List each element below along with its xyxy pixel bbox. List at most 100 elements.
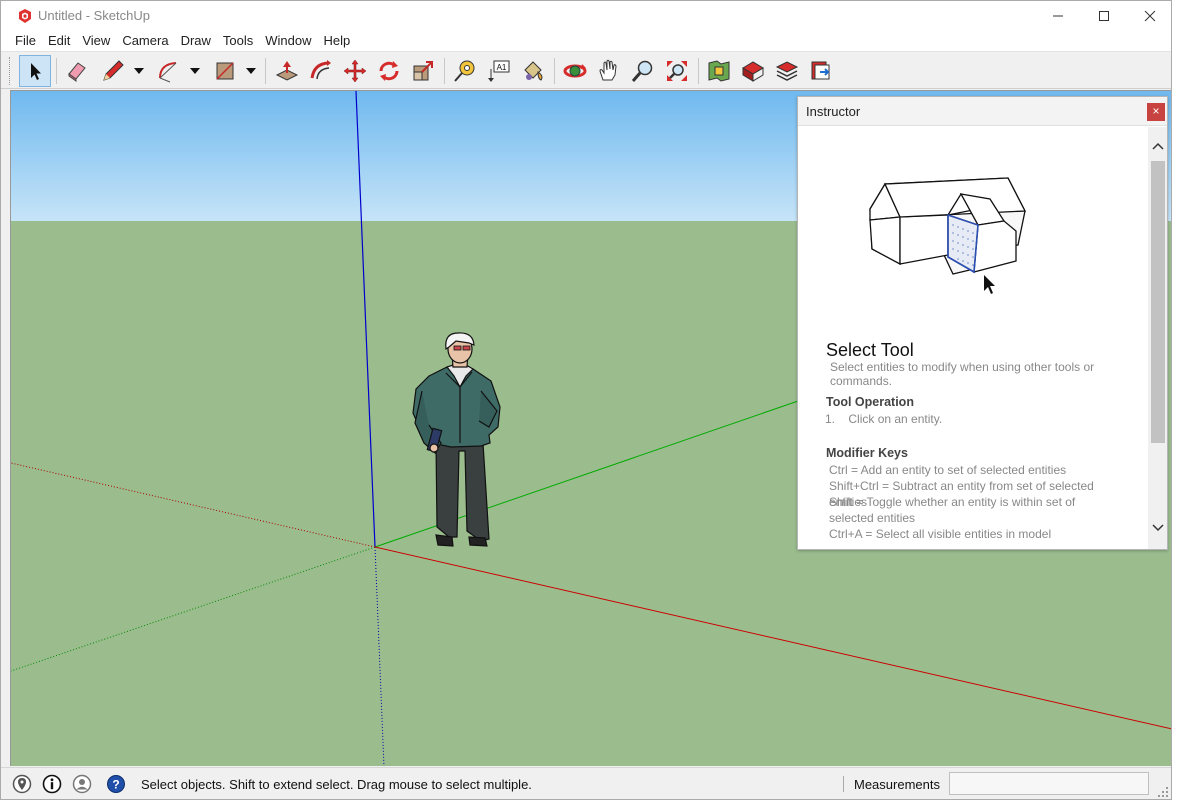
account-button[interactable] xyxy=(72,774,92,794)
menu-draw[interactable]: Draw xyxy=(175,31,217,51)
step-number: 1. xyxy=(825,412,836,426)
push-pull-icon xyxy=(275,61,299,81)
extension-warehouse-icon xyxy=(742,61,764,82)
instructor-content: Select Tool Select entities to modify wh… xyxy=(798,127,1148,549)
toolbar-separator xyxy=(265,58,266,84)
text-tool-button[interactable]: A1 xyxy=(483,55,515,87)
select-tool-button[interactable] xyxy=(19,55,51,87)
instructor-header: Instructor × xyxy=(798,97,1167,126)
paint-bucket-icon xyxy=(524,61,543,81)
toolbar-separator xyxy=(698,58,699,84)
rotate-tool-button[interactable] xyxy=(373,55,405,87)
blue-axis xyxy=(355,91,376,548)
close-icon xyxy=(1144,10,1156,22)
zoom-extents-tool-button[interactable] xyxy=(661,55,693,87)
instructor-panel: Instructor × Select Tool Select entities… xyxy=(797,96,1168,550)
arc-tool-button[interactable] xyxy=(153,55,185,87)
person-figure[interactable] xyxy=(412,332,501,547)
push-pull-tool-button[interactable] xyxy=(271,55,303,87)
blue-axis-negative xyxy=(374,546,385,766)
tool-description: Select entities to modify when using oth… xyxy=(830,360,1095,388)
credits-button[interactable] xyxy=(42,774,62,794)
maximize-icon xyxy=(1099,11,1109,21)
chevron-down-icon xyxy=(190,68,200,74)
scale-icon xyxy=(413,61,433,81)
status-bar: ? Select objects. Shift to extend select… xyxy=(1,767,1171,799)
help-question-icon: ? xyxy=(107,775,125,793)
scale-tool-button[interactable] xyxy=(407,55,439,87)
rectangle-icon xyxy=(216,62,234,80)
resize-grip-icon[interactable] xyxy=(1157,786,1169,798)
eraser-icon xyxy=(68,62,86,82)
maximize-button[interactable] xyxy=(1081,1,1127,31)
measurements-label: Measurements xyxy=(854,777,940,792)
arc-tool-dropdown[interactable] xyxy=(187,55,203,87)
chevron-up-icon xyxy=(1151,142,1164,150)
minimize-button[interactable] xyxy=(1035,1,1081,31)
menu-window[interactable]: Window xyxy=(259,31,317,51)
modifier-line: Ctrl+A = Select all visible entities in … xyxy=(829,527,1052,541)
paint-bucket-tool-button[interactable] xyxy=(517,55,549,87)
cursor-arrow-icon xyxy=(984,275,995,294)
menu-tools[interactable]: Tools xyxy=(217,31,259,51)
line-tool-button[interactable] xyxy=(97,55,129,87)
extension-warehouse-button[interactable] xyxy=(737,55,769,87)
menu-help[interactable]: Help xyxy=(318,31,357,51)
location-pin-icon xyxy=(12,774,32,794)
instructor-toggle-button[interactable]: ? xyxy=(106,774,126,794)
rectangle-tool-button[interactable] xyxy=(209,55,241,87)
instructor-close-button[interactable]: × xyxy=(1147,103,1165,121)
toolbar-separator xyxy=(554,58,555,84)
3d-warehouse-icon xyxy=(708,60,730,82)
sketchup-window: Untitled - SketchUp File Edit View Camer… xyxy=(0,0,1172,800)
offset-icon xyxy=(310,60,331,80)
sketchup-logo-icon xyxy=(19,9,31,23)
rectangle-tool-dropdown[interactable] xyxy=(243,55,259,87)
move-icon xyxy=(343,59,367,83)
orbit-tool-button[interactable] xyxy=(559,55,591,87)
menu-camera[interactable]: Camera xyxy=(116,31,174,51)
getting-started-toolbar: A1 xyxy=(1,51,1171,89)
menu-file[interactable]: File xyxy=(9,31,42,51)
step-text: Click on an entity. xyxy=(848,412,943,426)
move-tool-button[interactable] xyxy=(339,55,371,87)
select-tool-illustration xyxy=(869,177,1027,294)
status-message: Select objects. Shift to extend select. … xyxy=(141,777,532,792)
window-title: Untitled - SketchUp xyxy=(38,8,150,23)
extension-manager-button[interactable] xyxy=(771,55,803,87)
line-tool-dropdown[interactable] xyxy=(131,55,147,87)
3d-warehouse-button[interactable] xyxy=(703,55,735,87)
measurements-input[interactable] xyxy=(949,772,1149,795)
modifier-keys-heading: Modifier Keys xyxy=(826,446,908,460)
close-button[interactable] xyxy=(1127,1,1171,31)
menu-view[interactable]: View xyxy=(76,31,116,51)
tape-measure-icon xyxy=(454,60,475,82)
instructor-scrollbar[interactable] xyxy=(1148,127,1167,549)
red-axis xyxy=(374,546,1171,730)
eraser-tool-button[interactable] xyxy=(61,55,93,87)
scroll-down-button[interactable] xyxy=(1148,519,1167,537)
text-icon: A1 xyxy=(488,60,510,82)
chevron-down-icon xyxy=(246,68,256,74)
scroll-up-button[interactable] xyxy=(1148,137,1167,155)
menu-bar: File Edit View Camera Draw Tools Window … xyxy=(1,31,1171,51)
zoom-tool-button[interactable] xyxy=(627,55,659,87)
send-to-layout-button[interactable] xyxy=(805,55,837,87)
scroll-thumb[interactable] xyxy=(1151,161,1165,443)
offset-tool-button[interactable] xyxy=(305,55,337,87)
geo-location-button[interactable] xyxy=(12,774,32,794)
toolbar-grip[interactable] xyxy=(9,57,12,85)
menu-edit[interactable]: Edit xyxy=(42,31,76,51)
toolbar-separator xyxy=(444,58,445,84)
tool-operation-heading: Tool Operation xyxy=(826,395,914,409)
zoom-extents-icon xyxy=(667,61,687,81)
rotate-icon xyxy=(379,61,399,81)
green-axis-negative xyxy=(11,546,376,672)
instructor-title: Instructor xyxy=(806,104,861,119)
chevron-down-icon xyxy=(134,68,144,74)
pan-tool-button[interactable] xyxy=(593,55,625,87)
tool-name-heading: Select Tool xyxy=(826,340,914,360)
tape-measure-tool-button[interactable] xyxy=(449,55,481,87)
chevron-down-icon xyxy=(1151,524,1164,532)
zoom-icon xyxy=(631,60,653,82)
